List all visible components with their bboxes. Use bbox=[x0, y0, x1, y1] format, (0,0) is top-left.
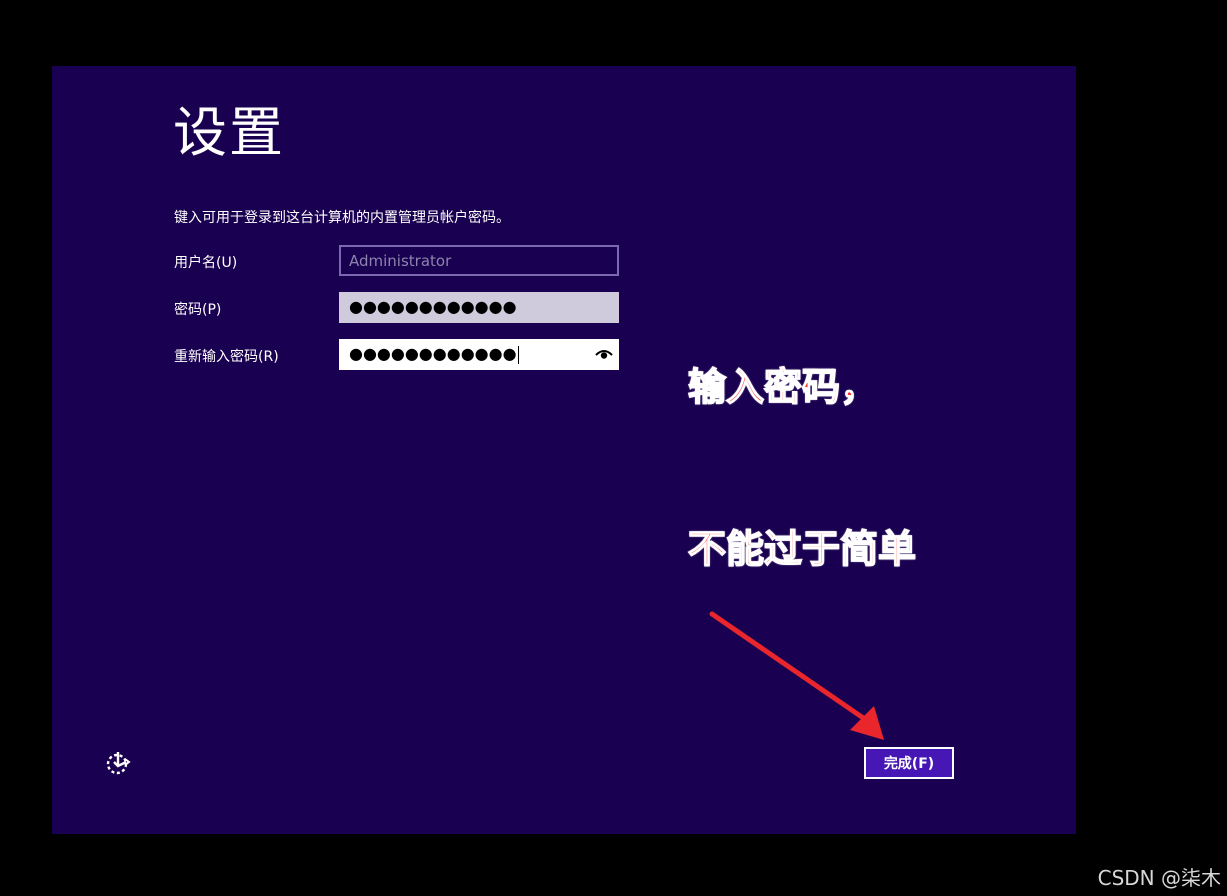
username-input[interactable]: Administrator bbox=[339, 245, 619, 276]
password-label: 密码(P) bbox=[174, 302, 222, 318]
setup-screen: 设置 键入可用于登录到这台计算机的内置管理员帐户密码。 用户名(U) Admin… bbox=[52, 66, 1076, 834]
page-title: 设置 bbox=[173, 101, 285, 164]
eye-icon[interactable] bbox=[595, 346, 613, 362]
annotation-line-1: 输入密码， bbox=[687, 364, 879, 410]
password-input[interactable]: ●●●●●●●●●●●● bbox=[339, 292, 619, 323]
arrow-icon bbox=[709, 611, 884, 740]
finish-button[interactable]: 完成(F) bbox=[864, 747, 954, 779]
text-caret bbox=[517, 345, 519, 364]
confirm-password-value: ●●●●●●●●●●●● bbox=[349, 344, 517, 363]
instruction-text: 键入可用于登录到这台计算机的内置管理员帐户密码。 bbox=[174, 210, 510, 226]
username-placeholder: Administrator bbox=[349, 252, 452, 270]
annotation-line-2: 不能过于简单 bbox=[687, 526, 917, 572]
confirm-password-input[interactable]: ●●●●●●●●●●●● bbox=[339, 339, 619, 370]
confirm-password-label: 重新输入密码(R) bbox=[174, 349, 279, 365]
ease-of-access-icon[interactable] bbox=[105, 750, 131, 776]
watermark: CSDN @柒木 bbox=[1097, 866, 1221, 890]
username-label: 用户名(U) bbox=[174, 255, 238, 271]
password-value: ●●●●●●●●●●●● bbox=[349, 297, 517, 316]
